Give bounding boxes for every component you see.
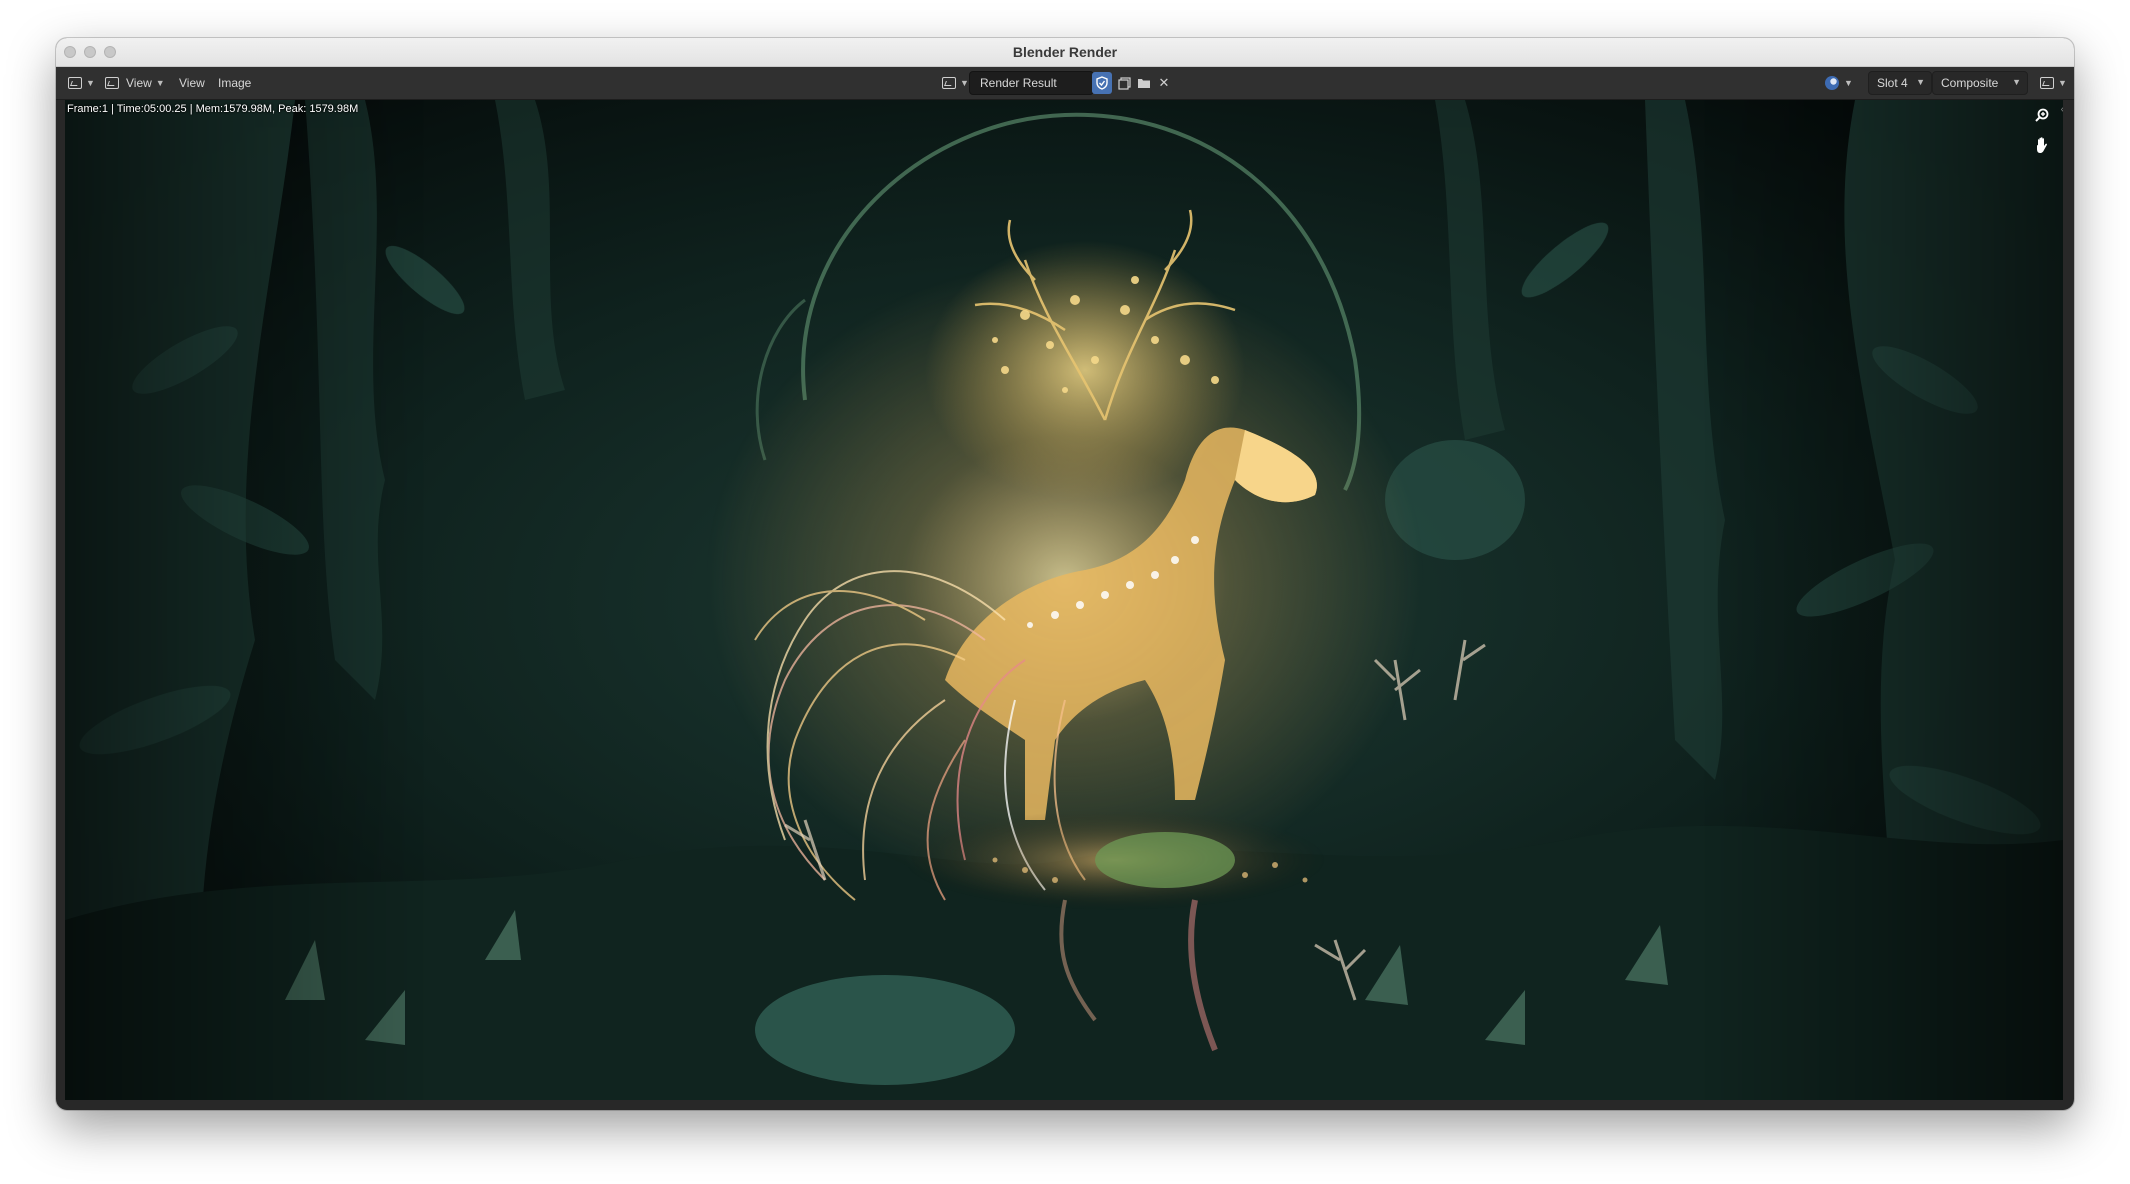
chevron-down-icon: ▼ [86, 78, 95, 88]
mode-menu-label: View [126, 76, 152, 90]
image-name-label: Render Result [980, 76, 1057, 90]
slot-label: Slot 4 [1877, 76, 1908, 90]
chevron-down-icon: ▼ [1916, 77, 1925, 87]
chevron-down-icon: ▼ [155, 78, 165, 88]
menu-view-label: View [179, 76, 205, 90]
chevron-down-icon: ▼ [960, 78, 969, 88]
new-image-icon [1117, 76, 1131, 90]
sidebar-toggle-arrow[interactable]: ‹ [2061, 104, 2063, 115]
browse-image-button[interactable]: ▼ [942, 67, 969, 99]
chevron-down-icon: ▼ [2058, 78, 2067, 88]
display-channels-icon [1825, 76, 1839, 90]
zoom-icon [2035, 108, 2049, 122]
display-channels-menu[interactable]: ▼ [1824, 67, 1853, 99]
new-image-button[interactable] [1114, 72, 1134, 94]
render-stats: Frame:1 | Time:05:00.25 | Mem:1579.98M, … [67, 103, 359, 115]
render-viewport[interactable]: Frame:1 | Time:05:00.25 | Mem:1579.98M, … [65, 100, 2063, 1100]
folder-icon [1138, 79, 1150, 88]
chevron-down-icon: ▼ [1844, 78, 1853, 88]
gizmo-menu[interactable]: ▼ [2040, 67, 2067, 99]
gizmo-icon [2040, 77, 2054, 89]
image-editor-icon [68, 77, 82, 89]
close-icon: ✕ [1158, 75, 1170, 90]
render-result-image [65, 100, 2063, 1100]
editor-type-menu[interactable]: ▼ [68, 67, 95, 99]
blender-window: Blender Render ▼ View ▼ View Image ▼ Ren… [56, 38, 2074, 1110]
hand-pan-icon [2037, 137, 2047, 153]
menu-image[interactable]: Image [218, 67, 251, 99]
window-title: Blender Render [1012, 44, 1118, 60]
pin-shield-icon [1096, 76, 1108, 90]
layer-label: Composite [1941, 76, 1999, 90]
slot-dropdown[interactable]: Slot 4 ▼ [1868, 71, 1932, 95]
chevron-down-icon: ▼ [2012, 77, 2021, 87]
image-mode-icon [105, 77, 119, 89]
open-image-button[interactable] [1134, 72, 1154, 94]
pin-image-button[interactable] [1092, 72, 1112, 94]
image-name-field[interactable]: Render Result [969, 71, 1094, 95]
browse-image-icon [942, 77, 956, 89]
zoom-gizmo[interactable] [2029, 102, 2055, 128]
layer-dropdown[interactable]: Composite ▼ [1932, 71, 2028, 95]
close-image-button[interactable]: ✕ [1154, 72, 1174, 94]
mode-menu[interactable]: View ▼ [105, 67, 165, 99]
menu-view[interactable]: View [179, 67, 205, 99]
title-bar: Blender Render [56, 38, 2074, 67]
image-editor-header: ▼ View ▼ View Image ▼ Render Result ✕ ▼ … [56, 67, 2074, 100]
menu-image-label: Image [218, 76, 252, 90]
pan-gizmo[interactable] [2029, 132, 2055, 158]
